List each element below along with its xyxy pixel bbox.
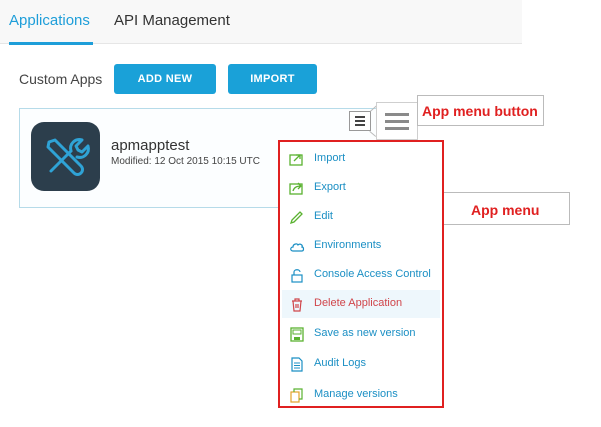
menu-item-label: Edit xyxy=(314,210,333,222)
tools-icon xyxy=(31,122,100,191)
menu-item-edit[interactable]: Edit xyxy=(282,203,440,231)
hamburger-line xyxy=(385,127,409,130)
menu-item-label: Export xyxy=(314,181,346,193)
tab-applications[interactable]: Applications xyxy=(9,12,90,29)
tab-bar: Applications API Management xyxy=(0,0,522,45)
versions-icon xyxy=(290,388,303,403)
app-name[interactable]: apmapptest xyxy=(111,137,189,154)
hamburger-line xyxy=(355,124,365,126)
menu-item-label: Manage versions xyxy=(314,388,398,400)
save-icon xyxy=(290,327,304,342)
trash-icon xyxy=(292,298,302,312)
active-tab-indicator xyxy=(9,42,93,45)
hamburger-line xyxy=(385,120,409,123)
lock-icon xyxy=(291,269,303,283)
pencil-icon xyxy=(289,211,303,225)
app-menu-button[interactable] xyxy=(349,111,371,131)
menu-item-label: Audit Logs xyxy=(314,357,366,369)
hamburger-line xyxy=(355,120,365,122)
hamburger-icon xyxy=(385,113,409,116)
document-icon xyxy=(291,357,303,372)
menu-item-environments[interactable]: Environments xyxy=(282,232,440,260)
callout-app-menu: App menu xyxy=(443,192,570,225)
callout-app-menu-button: App menu button xyxy=(417,95,544,126)
hamburger-icon xyxy=(355,116,365,118)
import-button[interactable]: IMPORT xyxy=(228,64,317,94)
custom-apps-label: Custom Apps xyxy=(19,71,103,87)
export-icon xyxy=(289,182,303,195)
tab-api-management[interactable]: API Management xyxy=(114,12,230,29)
menu-item-label: Environments xyxy=(314,239,382,251)
menu-item-label: Console Access Control xyxy=(314,268,431,280)
menu-item-manage-versions[interactable]: Manage versions xyxy=(282,381,440,409)
add-new-button[interactable]: ADD NEW xyxy=(114,64,216,94)
menu-item-label: Save as new version xyxy=(314,327,416,339)
menu-item-delete-application[interactable]: Delete Application xyxy=(282,290,440,318)
menu-item-label: Delete Application xyxy=(314,297,403,309)
menu-item-export[interactable]: Export xyxy=(282,174,440,202)
menu-item-audit-logs[interactable]: Audit Logs xyxy=(282,350,440,378)
import-icon xyxy=(289,154,303,166)
cloud-icon xyxy=(290,243,305,252)
menu-item-console-access-control[interactable]: Console Access Control xyxy=(282,261,440,289)
menu-item-import[interactable]: Import xyxy=(282,145,440,173)
menu-item-label: Import xyxy=(314,152,346,164)
app-modified-date: Modified: 12 Oct 2015 10:15 UTC xyxy=(111,156,260,167)
menu-item-save-as-new-version[interactable]: Save as new version xyxy=(282,320,440,348)
app-menu: Import Export Edit Environments Console … xyxy=(278,140,444,408)
app-menu-button-zoomed[interactable] xyxy=(376,102,418,140)
